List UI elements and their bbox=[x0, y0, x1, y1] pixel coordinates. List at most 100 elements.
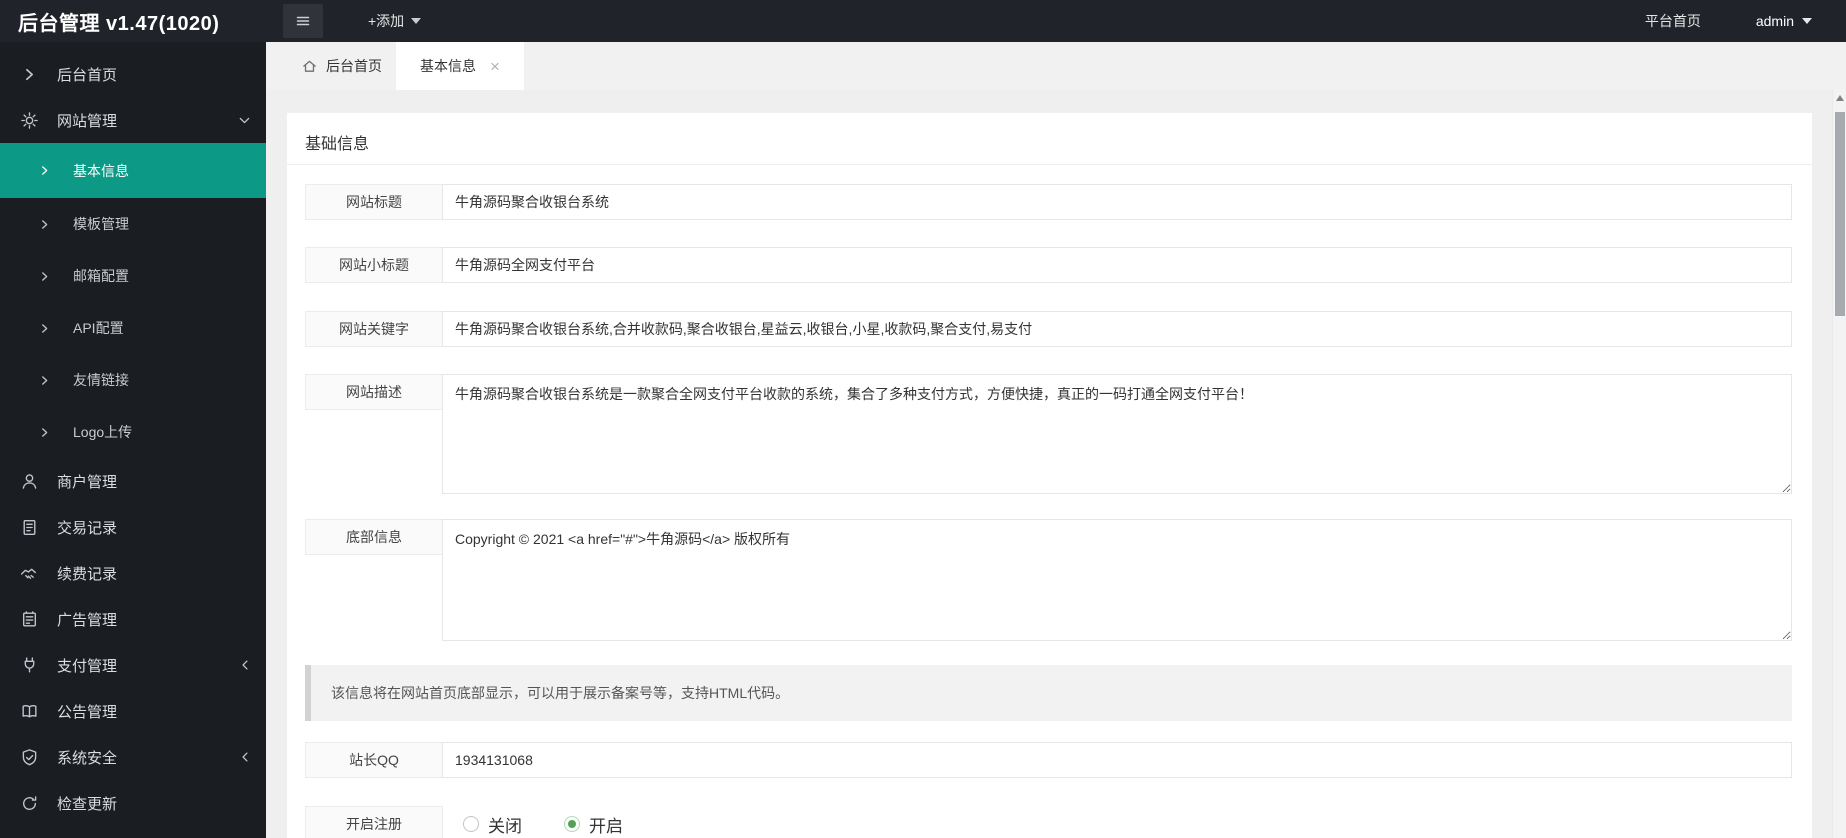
radio-option-label: 关闭 bbox=[488, 816, 522, 836]
form-row-webmaster-qq: 站长QQ bbox=[305, 742, 1792, 778]
sidebar-item-check-updates[interactable]: 检查更新 bbox=[0, 780, 266, 826]
sidebar-item-label: 系统安全 bbox=[57, 749, 118, 767]
chevron-down-icon bbox=[239, 117, 250, 123]
radio-option-label: 开启 bbox=[589, 816, 623, 836]
radio-checked-icon bbox=[564, 816, 580, 832]
form-row-site-title: 网站标题 bbox=[305, 184, 1792, 220]
ad-icon bbox=[23, 610, 36, 627]
home-icon bbox=[303, 60, 316, 72]
chevron-right-icon bbox=[42, 427, 48, 437]
radio-option-open[interactable]: 开启 bbox=[564, 812, 623, 837]
platform-home-link[interactable]: 平台首页 bbox=[1645, 11, 1701, 31]
main-area: 后台首页 基本信息 × 基础信息 网站标题 网站 bbox=[266, 42, 1846, 838]
sidebar-subitem-template-management[interactable]: 模板管理 bbox=[0, 198, 266, 250]
triangle-up-icon bbox=[1835, 95, 1844, 101]
handshake-icon bbox=[20, 568, 36, 579]
site-description-label: 网站描述 bbox=[305, 374, 443, 410]
user-menu[interactable]: admin bbox=[1756, 13, 1812, 29]
book-icon bbox=[22, 704, 37, 717]
sidebar-subitem-label: 模板管理 bbox=[73, 216, 129, 232]
close-icon[interactable]: × bbox=[490, 58, 500, 75]
menu-toggle-button[interactable] bbox=[283, 4, 323, 38]
tab-label: 基本信息 bbox=[420, 58, 476, 74]
form-row-footer-info: 底部信息 bbox=[305, 519, 1792, 641]
tab-basic-info[interactable]: 基本信息 × bbox=[396, 42, 524, 90]
site-description-textarea[interactable] bbox=[442, 374, 1792, 494]
webmaster-qq-input[interactable] bbox=[442, 742, 1792, 778]
sidebar-subitem-label: 友情链接 bbox=[73, 372, 129, 388]
sidebar-item-label: 检查更新 bbox=[57, 795, 118, 813]
sidebar-item-label: 交易记录 bbox=[57, 519, 118, 537]
document-icon bbox=[23, 519, 36, 535]
sidebar-item-label: 网站管理 bbox=[57, 112, 118, 130]
sidebar-subitem-api-config[interactable]: API配置 bbox=[0, 302, 266, 354]
hamburger-icon bbox=[296, 16, 310, 26]
sidebar-item-label: 支付管理 bbox=[57, 657, 118, 675]
update-icon bbox=[23, 795, 37, 810]
site-title-input[interactable] bbox=[442, 184, 1792, 220]
sidebar-item-site-management[interactable]: 网站管理 bbox=[0, 97, 266, 143]
caret-down-icon bbox=[1802, 18, 1812, 24]
scrollbar-thumb[interactable] bbox=[1835, 112, 1845, 316]
chevron-left-icon bbox=[242, 660, 248, 670]
sidebar-item-label: 广告管理 bbox=[57, 611, 118, 629]
sidebar-item-payment-management[interactable]: 支付管理 bbox=[0, 642, 266, 688]
webmaster-qq-label: 站长QQ bbox=[305, 742, 443, 778]
chevron-right-icon bbox=[42, 271, 48, 281]
sidebar-item-merchant-management[interactable]: 商户管理 bbox=[0, 458, 266, 504]
chevron-right-icon bbox=[42, 375, 48, 385]
sidebar-subitem-label: 邮箱配置 bbox=[73, 268, 129, 284]
footer-note: 该信息将在网站首页底部显示，可以用于展示备案号等，支持HTML代码。 bbox=[305, 665, 1792, 721]
tab-dashboard[interactable]: 后台首页 bbox=[287, 42, 396, 90]
chevron-right-icon bbox=[42, 219, 48, 229]
footer-info-label: 底部信息 bbox=[305, 519, 443, 555]
shield-check-icon bbox=[22, 748, 37, 765]
add-menu-button[interactable]: +添加 bbox=[368, 11, 422, 31]
tab-bar: 后台首页 基本信息 × bbox=[266, 42, 1846, 90]
site-subtitle-input[interactable] bbox=[442, 247, 1792, 283]
sidebar-subitem-logo-upload[interactable]: Logo上传 bbox=[0, 406, 266, 458]
sidebar-item-renewal-records[interactable]: 续费记录 bbox=[0, 550, 266, 596]
sidebar-subitem-label: 基本信息 bbox=[73, 162, 129, 179]
admin-app: 后台管理 v1.47(1020) +添加 平台首页 admin 后台首页 网站管 bbox=[0, 0, 1846, 838]
sidebar-subitem-basic-info[interactable]: 基本信息 bbox=[0, 143, 266, 198]
form-row-register-switch: 开启注册 关闭 开启 bbox=[305, 806, 1792, 838]
topbar-right: 平台首页 admin bbox=[1645, 11, 1846, 31]
form-row-site-keywords: 网站关键字 bbox=[305, 311, 1792, 347]
basic-info-form: 网站标题 网站小标题 网站关键字 网站描述 bbox=[287, 165, 1812, 838]
section-title: 基础信息 bbox=[287, 113, 1812, 165]
register-radio-group: 关闭 开启 bbox=[443, 806, 1792, 838]
site-title-label: 网站标题 bbox=[305, 184, 443, 220]
scroll-up-button[interactable] bbox=[1833, 90, 1846, 106]
caret-down-icon bbox=[411, 18, 422, 24]
form-row-site-subtitle: 网站小标题 bbox=[305, 247, 1792, 283]
sidebar-item-label: 后台首页 bbox=[57, 66, 118, 84]
chevron-right-icon bbox=[42, 323, 48, 333]
sidebar: 后台首页 网站管理 基本信息 模板管理 邮箱配置 API配置 友情链接 Logo… bbox=[0, 42, 266, 838]
register-switch-label: 开启注册 bbox=[305, 806, 443, 838]
site-keywords-input[interactable] bbox=[442, 311, 1792, 347]
sidebar-subitem-email-config[interactable]: 邮箱配置 bbox=[0, 250, 266, 302]
sidebar-item-label: 公告管理 bbox=[57, 703, 118, 721]
chevron-right-icon bbox=[26, 68, 33, 80]
sidebar-subitem-friend-links[interactable]: 友情链接 bbox=[0, 354, 266, 406]
sidebar-subitem-label: Logo上传 bbox=[73, 424, 133, 440]
form-row-site-description: 网站描述 bbox=[305, 374, 1792, 494]
sidebar-item-dashboard[interactable]: 后台首页 bbox=[0, 51, 266, 97]
chevron-right-icon bbox=[42, 166, 48, 175]
sidebar-subitem-label: API配置 bbox=[73, 320, 124, 336]
sidebar-item-ad-management[interactable]: 广告管理 bbox=[0, 596, 266, 642]
sidebar-item-label: 商户管理 bbox=[57, 473, 118, 491]
footer-info-textarea[interactable] bbox=[442, 519, 1792, 641]
topbar: 后台管理 v1.47(1020) +添加 平台首页 admin bbox=[0, 0, 1846, 42]
app-title: 后台管理 v1.47(1020) bbox=[18, 12, 220, 35]
content-area: 基础信息 网站标题 网站小标题 网站关键字 bbox=[266, 90, 1846, 838]
sidebar-item-announcement-management[interactable]: 公告管理 bbox=[0, 688, 266, 734]
add-menu-label: +添加 bbox=[368, 13, 405, 29]
sidebar-item-transaction-records[interactable]: 交易记录 bbox=[0, 504, 266, 550]
sidebar-item-system-security[interactable]: 系统安全 bbox=[0, 734, 266, 780]
plug-icon bbox=[24, 656, 35, 673]
radio-option-closed[interactable]: 关闭 bbox=[463, 812, 522, 837]
username: admin bbox=[1755, 13, 1794, 29]
user-icon bbox=[22, 473, 37, 489]
